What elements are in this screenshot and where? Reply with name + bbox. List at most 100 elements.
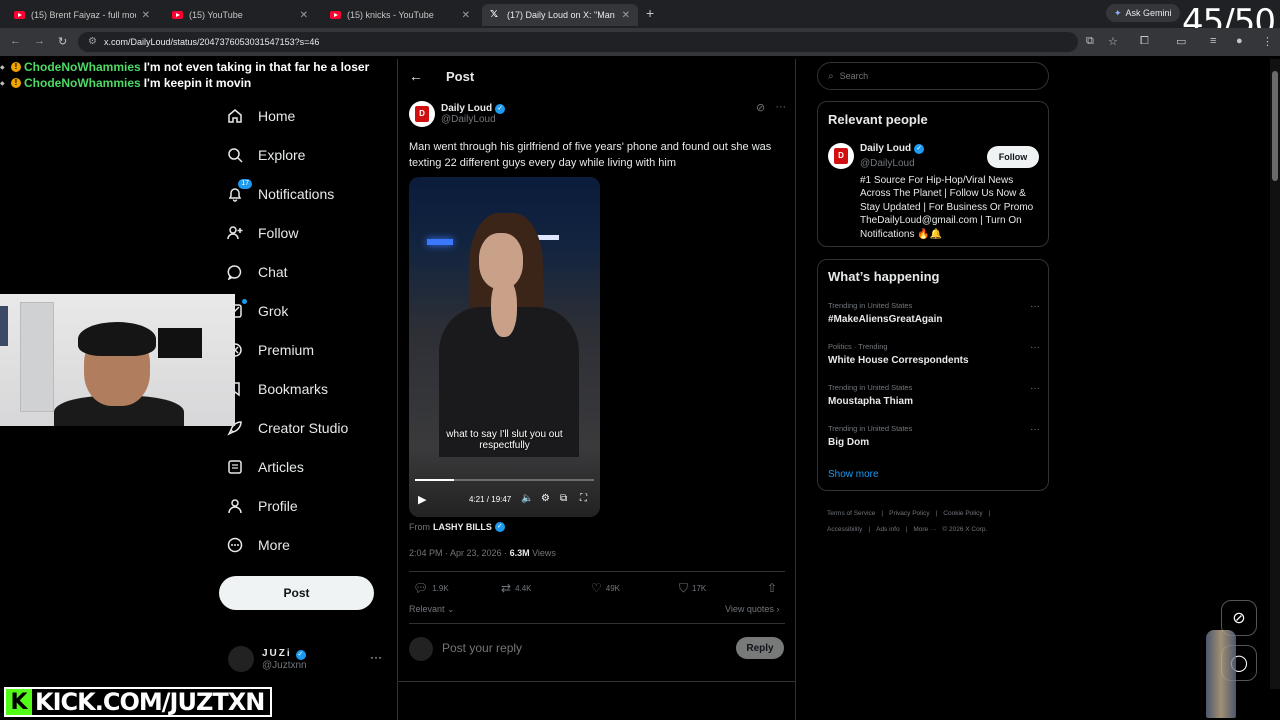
source-name[interactable]: LASHY BILLS bbox=[433, 522, 492, 532]
browser-tab-active[interactable]: 𝕏 (17) Daily Loud on X: "Man wen ✕ bbox=[482, 4, 638, 26]
repost-action[interactable]: ⇄ 4.4K bbox=[501, 581, 532, 595]
bookmark-action[interactable]: ⛉ 17K bbox=[679, 581, 706, 596]
footer-link[interactable]: More ··· bbox=[913, 526, 936, 533]
post-button[interactable]: Post bbox=[219, 576, 374, 610]
chat-text: I'm not even taking in that far he a los… bbox=[143, 60, 370, 74]
divider bbox=[409, 571, 785, 572]
sidebar-item-creator-studio[interactable]: Creator Studio bbox=[226, 411, 348, 445]
video-player[interactable]: what to say I'll slut you out respectful… bbox=[409, 177, 600, 517]
avatar[interactable]: D bbox=[409, 101, 435, 127]
picture-in-picture-icon[interactable]: ⧉ bbox=[560, 493, 567, 504]
sidebar-item-grok[interactable]: Grok bbox=[226, 294, 288, 328]
close-icon[interactable]: ✕ bbox=[462, 10, 470, 21]
browser-tab[interactable]: (15) YouTube ✕ bbox=[164, 4, 316, 26]
sidebar-item-more[interactable]: More bbox=[226, 528, 290, 562]
wall-frame bbox=[0, 306, 8, 346]
footer-link[interactable]: Terms of Service bbox=[827, 510, 875, 517]
grok-icon[interactable]: ⊘ bbox=[756, 101, 765, 114]
verified-badge-icon: ✓ bbox=[495, 103, 506, 114]
close-icon[interactable]: ✕ bbox=[142, 10, 150, 21]
reply-action[interactable]: 💬︎ 1.9K bbox=[413, 581, 449, 595]
more-icon[interactable]: ··· bbox=[775, 101, 786, 114]
sidebar-item-premium[interactable]: Premium bbox=[226, 333, 314, 367]
person-icon bbox=[226, 497, 244, 515]
reply-button[interactable]: Reply bbox=[736, 637, 784, 659]
settings-icon[interactable]: ⚙ bbox=[541, 493, 550, 504]
like-action[interactable]: ♡ 49K bbox=[591, 581, 620, 595]
card-title: Relevant people bbox=[828, 112, 928, 127]
more-icon[interactable]: ··· bbox=[1030, 342, 1040, 353]
fullscreen-icon[interactable]: ⛶ bbox=[580, 493, 587, 504]
post-header-actions: ⊘ ··· bbox=[756, 101, 786, 114]
footer-link[interactable]: Cookie Policy bbox=[943, 510, 982, 517]
avatar[interactable]: D bbox=[828, 143, 854, 169]
back-arrow-icon[interactable]: ← bbox=[10, 35, 21, 47]
back-arrow-icon[interactable]: ← bbox=[409, 68, 423, 84]
reply-sort-dropdown[interactable]: Relevant ⌄ bbox=[409, 604, 455, 615]
youtube-icon bbox=[14, 11, 25, 19]
sidebar-item-profile[interactable]: Profile bbox=[226, 489, 298, 523]
profile-avatar-icon[interactable]: ● bbox=[1236, 35, 1243, 47]
trend-item[interactable]: Politics · Trending White House Correspo… bbox=[828, 342, 1040, 366]
account-more-icon[interactable]: ··· bbox=[370, 650, 382, 664]
play-icon[interactable]: ▶ bbox=[418, 493, 426, 506]
video-progress-bar[interactable] bbox=[415, 479, 594, 481]
sidebar-item-label: Premium bbox=[258, 342, 315, 358]
reload-icon[interactable]: ↻ bbox=[58, 35, 67, 48]
background-tv bbox=[158, 328, 202, 358]
menu-kebab-icon[interactable]: ⋮ bbox=[1262, 35, 1273, 48]
browser-tab[interactable]: (15) Brent Faiyaz - full moon. ( ✕ bbox=[6, 4, 158, 26]
person-name[interactable]: Daily Loud ✓ bbox=[860, 143, 925, 154]
separator: | bbox=[988, 510, 991, 517]
trend-item[interactable]: Trending in United States #MakeAliensGre… bbox=[828, 301, 1040, 325]
extensions-icon[interactable]: ⧠ bbox=[1140, 35, 1149, 48]
sidebar-item-bookmarks[interactable]: Bookmarks bbox=[226, 372, 328, 406]
playlist-icon[interactable]: ≡ bbox=[1210, 35, 1216, 47]
follow-button[interactable]: Follow bbox=[987, 146, 1039, 168]
post-timestamp[interactable]: 2:04 PM · Apr 23, 2026 · bbox=[409, 548, 510, 558]
volume-icon[interactable]: 🔈 bbox=[521, 493, 533, 504]
more-icon[interactable]: ··· bbox=[1030, 383, 1040, 394]
search-box[interactable]: ⌕ bbox=[817, 62, 1049, 90]
bookmark-star-icon[interactable]: ☆ bbox=[1108, 35, 1118, 48]
trend-item[interactable]: Trending in United States Moustapha Thia… bbox=[828, 383, 1040, 407]
install-app-icon[interactable]: ⧉ bbox=[1086, 35, 1094, 48]
sidebar-item-home[interactable]: Home bbox=[226, 99, 295, 133]
more-icon[interactable]: ··· bbox=[1030, 424, 1040, 435]
footer-link[interactable]: Privacy Policy bbox=[889, 510, 929, 517]
reply-input[interactable] bbox=[442, 641, 692, 655]
footer-link[interactable]: Ads info bbox=[876, 526, 900, 533]
share-action[interactable]: ⇧ bbox=[767, 581, 777, 595]
new-tab-button[interactable]: + bbox=[646, 5, 654, 21]
unread-dot bbox=[242, 299, 247, 304]
trend-item[interactable]: Trending in United States Big Dom ··· bbox=[828, 424, 1040, 448]
footer-link[interactable]: Accessibility bbox=[827, 526, 862, 533]
close-icon[interactable]: ✕ bbox=[622, 10, 630, 21]
tab-title: (15) Brent Faiyaz - full moon. ( bbox=[31, 10, 136, 20]
show-more-link[interactable]: Show more bbox=[828, 469, 879, 480]
site-info-icon[interactable]: ⚙ bbox=[88, 36, 97, 47]
youtube-icon bbox=[172, 11, 183, 19]
ask-gemini-button[interactable]: ✦ Ask Gemini bbox=[1106, 4, 1180, 22]
post-author[interactable]: D Daily Loud ✓ @DailyLoud bbox=[409, 101, 506, 127]
scrollbar-thumb[interactable] bbox=[1272, 71, 1278, 181]
view-quotes-link[interactable]: View quotes › bbox=[725, 604, 779, 614]
url-bar[interactable]: ⚙ x.com/DailyLoud/status/204737605303154… bbox=[78, 32, 1078, 52]
browser-tab[interactable]: (15) knicks - YouTube ✕ bbox=[322, 4, 478, 26]
account-switcher[interactable]: JUZi ✓ @Juztxnn bbox=[228, 646, 307, 672]
sidebar-item-articles[interactable]: Articles bbox=[226, 450, 304, 484]
tab-search-icon[interactable]: ▭ bbox=[1176, 35, 1186, 48]
sidebar-item-chat[interactable]: Chat bbox=[226, 255, 288, 289]
page-scrollbar[interactable] bbox=[1270, 59, 1280, 689]
close-icon[interactable]: ✕ bbox=[300, 10, 308, 21]
sidebar-item-explore[interactable]: Explore bbox=[226, 138, 305, 172]
avatar bbox=[409, 637, 433, 661]
forward-arrow-icon[interactable]: → bbox=[34, 35, 45, 47]
video-scene-light bbox=[427, 239, 453, 245]
sidebar-item-follow[interactable]: Follow bbox=[226, 216, 298, 250]
sidebar-item-notifications[interactable]: 17 Notifications bbox=[226, 177, 334, 211]
search-input[interactable] bbox=[839, 71, 957, 81]
divider bbox=[398, 681, 796, 682]
more-icon[interactable]: ··· bbox=[1030, 301, 1040, 312]
caption-line: respectfully bbox=[479, 440, 530, 451]
